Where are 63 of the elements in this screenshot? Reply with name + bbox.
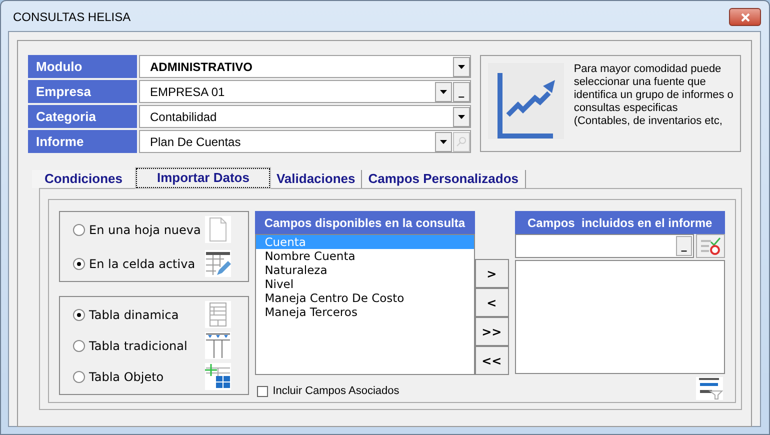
page-icon: [204, 216, 231, 243]
radio-label: Tabla tradicional: [89, 338, 188, 354]
filter-icon: [696, 377, 723, 400]
dropdown-value: Plan De Cuentas: [150, 134, 242, 150]
radio-label: Tabla Objeto: [89, 368, 164, 386]
dropdown-button[interactable]: [452, 106, 470, 126]
list-item[interactable]: Maneja Terceros: [256, 305, 474, 319]
close-icon: [740, 12, 750, 22]
dropdown-value: ADMINISTRATIVO: [150, 58, 254, 76]
move-button[interactable]: <: [474, 288, 509, 317]
close-button[interactable]: [729, 8, 761, 26]
columns-icon: [204, 332, 231, 359]
dropdown-button[interactable]: [434, 82, 452, 102]
dropdown-button[interactable]: [434, 132, 452, 152]
field-label: Informe: [28, 130, 137, 153]
rising-chart-icon: [488, 63, 564, 139]
dropdown-value: EMPRESA 01: [150, 84, 226, 100]
radio-button[interactable]: [73, 224, 85, 236]
caret-icon: [440, 90, 447, 94]
field-label: Empresa: [28, 80, 137, 103]
browse-button[interactable]: _: [452, 82, 470, 102]
caret-icon: [458, 114, 465, 118]
tab[interactable]: Importar Datos: [136, 168, 270, 188]
checkbox[interactable]: [256, 386, 268, 397]
search-icon: [456, 136, 467, 147]
radio-button[interactable]: [73, 308, 85, 320]
list-item[interactable]: Nivel: [256, 277, 474, 291]
tab[interactable]: Validaciones: [270, 170, 362, 188]
dropdown-field[interactable]: EMPRESA 01 _: [139, 80, 471, 103]
tab[interactable]: Campos Personalizados: [362, 170, 526, 188]
table-icon: [204, 301, 231, 328]
info-text: Para mayor comodidad puede seleccionar una fuente que identifica un grupo de informes o consultas especificas (Contables, de inventarios etc,: [574, 63, 734, 128]
table-pencil-icon: [204, 250, 231, 277]
list-item[interactable]: Nombre Cuenta: [256, 249, 474, 263]
caret-icon: [440, 140, 447, 144]
move-button[interactable]: >: [474, 259, 509, 288]
dropdown-button[interactable]: [452, 56, 470, 76]
caret-icon: [458, 64, 465, 68]
move-button[interactable]: <<: [474, 346, 509, 375]
list-item[interactable]: Naturaleza: [256, 263, 474, 277]
radio-button[interactable]: [73, 340, 85, 352]
radio-label: En la celda activa: [89, 256, 196, 272]
radio-button[interactable]: [73, 258, 85, 270]
browse-button[interactable]: _: [676, 236, 692, 256]
list-header: Campos incluidos en el informe: [514, 211, 725, 234]
input-field[interactable]: _: [514, 234, 694, 258]
window-title: CONSULTAS HELISA: [13, 9, 131, 26]
field-label: Modulo: [28, 55, 137, 78]
radio-label: En una hoja nueva: [89, 222, 201, 238]
list-check-icon: [700, 237, 722, 255]
field-label: Categoria: [28, 105, 137, 128]
dropdown-field[interactable]: ADMINISTRATIVO: [139, 55, 471, 78]
radio-button[interactable]: [73, 370, 85, 382]
radio-label: Tabla dinamica: [89, 306, 179, 324]
dropdown-value: Contabilidad: [150, 108, 218, 126]
table-add-icon: [204, 363, 231, 390]
move-button[interactable]: >>: [474, 317, 509, 346]
dropdown-field[interactable]: Contabilidad: [139, 105, 471, 128]
checkbox-label: Incluir Campos Asociados: [272, 384, 400, 399]
list-header: Campos disponibles en la consulta: [254, 211, 475, 234]
validate-button[interactable]: [696, 234, 725, 258]
tab[interactable]: Condiciones: [32, 170, 136, 188]
list-item[interactable]: Maneja Centro De Costo: [256, 291, 474, 305]
